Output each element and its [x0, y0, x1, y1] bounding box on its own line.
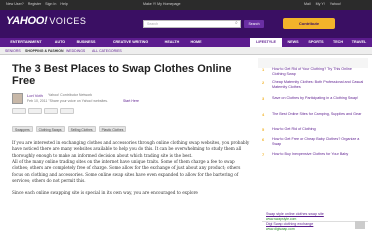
nav-auto[interactable]: AUTO	[51, 38, 69, 47]
ad-url: www.swapstyle.com	[266, 217, 297, 221]
sidebar-number: 7	[262, 152, 265, 157]
topbar-left-links: New User? Register Sign In Help	[6, 2, 71, 6]
topbar-middle-links: Make Y! My Homepage	[143, 2, 185, 6]
ad-title-link[interactable]: Swap style online clothes swap site	[266, 212, 324, 216]
sidebar-link-2[interactable]: Cheap Maternity Clothes: Both Profession…	[272, 80, 366, 90]
search-placeholder: Search	[147, 22, 159, 26]
main-nav: ENTERTAINMENT AUTO BUSINESS CREATIVE WRI…	[0, 38, 372, 47]
ad-url: www.digiswap.com	[266, 227, 295, 231]
nav-travel[interactable]: TRAVEL	[348, 38, 370, 47]
contribute-button[interactable]: Contribute	[283, 18, 335, 29]
sidebar-link-7[interactable]: How to Buy Inexpensive Clothes for Your …	[272, 152, 366, 157]
paragraph: Since each online swapping site is speci…	[12, 190, 198, 196]
subnav-shopping-fashion[interactable]: SHOPPING & FASHION	[25, 47, 64, 55]
make-homepage-link[interactable]: Make Y! My Homepage	[143, 2, 181, 6]
topbar-right-links: Mail My Y! Yahoo!	[300, 2, 341, 6]
article-body: If you are interested in exchanging clot…	[12, 140, 250, 197]
author-name-link[interactable]: Lori Voth	[27, 93, 43, 98]
sidebar-link-4[interactable]: The Best Online Sites for Camping, Suppl…	[272, 112, 366, 117]
article-title: The 3 Best Places to Swap Clothes Online…	[12, 63, 232, 87]
sidebar-link-6[interactable]: How to Get Free or Cheap Baby Clothes? O…	[272, 137, 366, 147]
tag-selling-clothes[interactable]: Selling Clothes	[67, 126, 96, 132]
nav-lifestyle[interactable]: LIFESTYLE	[250, 38, 282, 47]
tag-clothing-swaps[interactable]: Clothing Swaps	[35, 126, 65, 132]
mail-link[interactable]: Mail	[304, 2, 311, 6]
nav-home[interactable]: HOME	[186, 38, 206, 47]
share-button[interactable]	[28, 108, 42, 114]
tag-plastic-clothes[interactable]: Plastic Clothes	[98, 126, 127, 132]
author-avatar[interactable]	[12, 93, 23, 104]
logo-text: YAHOO!	[6, 15, 48, 27]
subnav-seniors[interactable]: SENIORS	[5, 47, 21, 55]
nav-business[interactable]: BUSINESS	[71, 38, 101, 47]
tag-list: Swappers Clothing Swaps Selling Clothes Pla…	[12, 126, 129, 134]
share-bar	[10, 107, 255, 117]
subnav-all-categories[interactable]: ALL CATEGORIES	[92, 47, 122, 55]
paragraph: All of the many online trading sites on …	[12, 159, 241, 184]
sidebar-number: 5	[262, 127, 265, 132]
start-here-link[interactable]: Start Here	[123, 99, 139, 103]
sidebar-number: 3	[262, 96, 265, 101]
logo-subtext: VOICES	[49, 16, 87, 26]
nav-news[interactable]: NEWS	[284, 38, 302, 47]
paragraph: If you are interested in exchanging clot…	[12, 140, 250, 158]
ad-title-link[interactable]: Digi Swap clothing exchange	[266, 222, 313, 226]
tag-swappers[interactable]: Swappers	[12, 126, 33, 132]
nav-tech[interactable]: TECH	[330, 38, 346, 47]
share-button[interactable]	[60, 108, 74, 114]
subnav-weddings[interactable]: WEDDINGS	[66, 47, 85, 55]
nav-health[interactable]: HEALTH	[160, 38, 184, 47]
help-link[interactable]: Help	[60, 2, 67, 6]
new-user-text: New User?	[6, 2, 24, 6]
yahoo-link[interactable]: Yahoo!	[330, 2, 341, 6]
share-button[interactable]	[44, 108, 58, 114]
sidebar-number: 4	[262, 112, 265, 117]
search-icon: ⌕	[235, 20, 238, 26]
my-yahoo-link[interactable]: My Y!	[316, 2, 325, 6]
ad-arrow-icon[interactable]	[355, 221, 365, 229]
sidebar-number: 6	[262, 137, 265, 142]
share-button[interactable]	[12, 108, 26, 114]
site-header: YAHOO! VOICES Search ⌕ Search Contribute	[0, 10, 372, 38]
register-link[interactable]: Register	[28, 2, 41, 6]
sidebar-number: 1	[262, 67, 265, 72]
sidebar-link-1[interactable]: How to Get Rid of Your Clothing? Try Thi…	[272, 67, 366, 77]
author-role: Yahoo! Contributor Network	[48, 93, 93, 97]
nav-creative-writing[interactable]: CREATIVE WRITING	[103, 38, 158, 47]
search-input[interactable]: Search	[143, 20, 241, 28]
nav-entertainment[interactable]: ENTERTAINMENT	[3, 38, 49, 47]
sign-in-link[interactable]: Sign In	[45, 2, 56, 6]
search-button[interactable]: Search	[244, 20, 264, 28]
nav-sports[interactable]: SPORTS	[304, 38, 328, 47]
sidebar-link-5[interactable]: How to Get Rid of Clothing	[272, 127, 366, 132]
sidebar-number: 2	[262, 80, 265, 85]
sidebar-link-3[interactable]: Save on Clothes by Participating in a Cl…	[272, 96, 366, 101]
top-utility-bar: New User? Register Sign In Help Make Y! …	[0, 0, 372, 10]
publish-date: Feb 10, 2011 "Share your voice on Yahoo!…	[27, 99, 109, 103]
sub-nav: SENIORS SHOPPING & FASHION WEDDINGS ALL …	[0, 47, 372, 55]
yahoo-voices-logo[interactable]: YAHOO! VOICES	[6, 15, 86, 27]
